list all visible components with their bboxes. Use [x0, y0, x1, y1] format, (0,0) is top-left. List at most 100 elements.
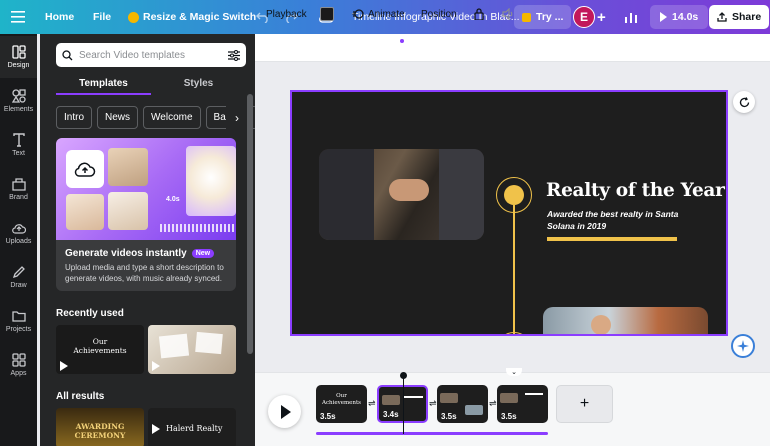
panel-scrollbar[interactable]: [247, 94, 253, 354]
clip-photo: [500, 393, 518, 403]
rail-item-draw[interactable]: Draw: [0, 256, 37, 298]
rail-item-apps[interactable]: Apps: [0, 344, 37, 386]
projects-icon: [11, 311, 26, 322]
play-icon: [660, 12, 667, 22]
file-menu-button[interactable]: File: [93, 0, 111, 34]
recent-template-achievements[interactable]: Our Achievements: [56, 325, 144, 374]
chevron-right-icon[interactable]: ›: [226, 106, 248, 129]
new-badge: New: [191, 249, 215, 258]
rail-item-text[interactable]: Text: [0, 124, 37, 166]
animate-button[interactable]: Animate: [352, 0, 405, 28]
clip-duration: 3.5s: [501, 412, 517, 421]
clip-title: Our: [336, 393, 347, 399]
new-feature-dot: [400, 39, 404, 43]
volume-button[interactable]: [502, 0, 515, 28]
handshake-photo[interactable]: [319, 149, 484, 240]
timeline-clip-1[interactable]: Our Achievements 3.5s: [316, 385, 367, 423]
transition-icon[interactable]: ⇌: [368, 398, 376, 409]
promo-description: Upload media and type a short descriptio…: [65, 263, 224, 283]
crown-icon: [522, 12, 531, 22]
user-avatar[interactable]: E: [573, 0, 595, 34]
filter-icon[interactable]: [228, 49, 240, 61]
generate-videos-promo[interactable]: 4.0s Generate videos instantly New Upload…: [56, 138, 236, 291]
apps-icon: [11, 353, 26, 367]
slide-title[interactable]: Realty of the Year: [546, 180, 725, 201]
clip-text-line: [403, 396, 423, 398]
position-button[interactable]: Position: [421, 0, 457, 28]
volume-icon: [502, 8, 513, 20]
clip-duration: 3.5s: [441, 412, 457, 421]
rail-item-elements[interactable]: Elements: [0, 80, 37, 122]
rail-item-design[interactable]: Design: [0, 36, 37, 78]
playhead-handle[interactable]: [400, 372, 407, 379]
timeline-clip-4[interactable]: 3.5s: [497, 385, 548, 423]
lock-button[interactable]: [474, 0, 484, 28]
resize-magic-switch-button[interactable]: Resize & Magic Switch: [128, 0, 256, 34]
lock-icon: [474, 8, 484, 20]
chevron-down-icon[interactable]: ⌄: [506, 368, 522, 376]
recent-template-photo-collage[interactable]: [148, 325, 236, 374]
draw-icon: [12, 266, 25, 279]
design-icon: [11, 45, 26, 59]
rail-label-uploads: Uploads: [5, 238, 32, 245]
thumb-text: AWARDING CEREMONY: [74, 422, 126, 440]
result-template-halerd-realty[interactable]: Halerd Realty: [148, 408, 236, 446]
plus-icon: +: [579, 395, 590, 412]
magic-assistant-button[interactable]: [731, 334, 755, 358]
rail-item-projects[interactable]: Projects: [0, 300, 37, 342]
timeline-line: [513, 205, 515, 334]
left-rail: Design Elements Text Brand Uploads Draw …: [0, 34, 37, 446]
transition-icon[interactable]: ⇌: [489, 398, 497, 409]
play-icon: [152, 424, 160, 434]
clip-photo: [465, 405, 483, 415]
all-results-heading: All results: [56, 391, 105, 402]
try-pro-button[interactable]: Try ...: [514, 0, 572, 34]
promo-title: Generate videos instantly New: [65, 248, 215, 259]
rail-item-brand[interactable]: Brand: [0, 168, 37, 210]
insights-button[interactable]: [624, 0, 638, 34]
playback-button[interactable]: Playback: [266, 0, 307, 28]
color-swatch-button[interactable]: [320, 0, 334, 28]
result-template-awarding[interactable]: AWARDING CEREMONY: [56, 408, 144, 446]
timeline-clip-3[interactable]: 3.5s: [437, 385, 488, 423]
play-icon: [152, 361, 160, 371]
add-page-button[interactable]: +: [556, 385, 613, 423]
office-photo[interactable]: [543, 307, 708, 334]
chip-welcome[interactable]: Welcome: [143, 106, 201, 129]
animate-icon: [352, 9, 364, 19]
dog-photo: [66, 194, 104, 230]
photo-frame: [158, 333, 190, 359]
share-button[interactable]: Share: [709, 0, 770, 34]
suit-shape: [439, 149, 484, 240]
thumb-text: Our: [92, 337, 108, 346]
menu-icon[interactable]: [0, 0, 36, 34]
clip-duration: 3.5s: [320, 412, 336, 421]
playhead[interactable]: [403, 376, 404, 434]
recently-used-heading: Recently used: [56, 308, 124, 319]
rail-item-uploads[interactable]: Uploads: [0, 212, 37, 254]
clip-photo: [382, 395, 400, 405]
refresh-design-button[interactable]: [733, 91, 755, 113]
slide-subtitle[interactable]: Awarded the best realty in Santa Solana …: [547, 208, 697, 232]
gold-accent-bar: [547, 237, 677, 241]
dog-photo: [108, 148, 148, 186]
playback-label: Playback: [266, 8, 307, 20]
elements-icon: [11, 89, 26, 103]
rail-label-elements: Elements: [3, 106, 34, 113]
waveform: [160, 224, 236, 232]
audio-track-bar[interactable]: [316, 432, 548, 435]
plus-icon: +: [597, 8, 606, 26]
add-collaborator-button[interactable]: +: [597, 0, 606, 34]
chip-intro[interactable]: Intro: [56, 106, 93, 129]
play-button[interactable]: [268, 395, 301, 428]
chip-news[interactable]: News: [97, 106, 139, 129]
tab-templates[interactable]: Templates: [56, 73, 151, 95]
home-button[interactable]: Home: [45, 0, 74, 34]
tab-styles[interactable]: Styles: [151, 73, 246, 95]
search-input[interactable]: [79, 49, 222, 61]
slide-canvas[interactable]: Realty of the Year Awarded the best real…: [290, 90, 728, 336]
uploads-icon: [11, 224, 26, 234]
transition-icon[interactable]: ⇌: [429, 398, 437, 409]
present-duration-button[interactable]: 14.0s: [650, 0, 709, 34]
panel-tabs: Templates Styles: [56, 73, 246, 95]
